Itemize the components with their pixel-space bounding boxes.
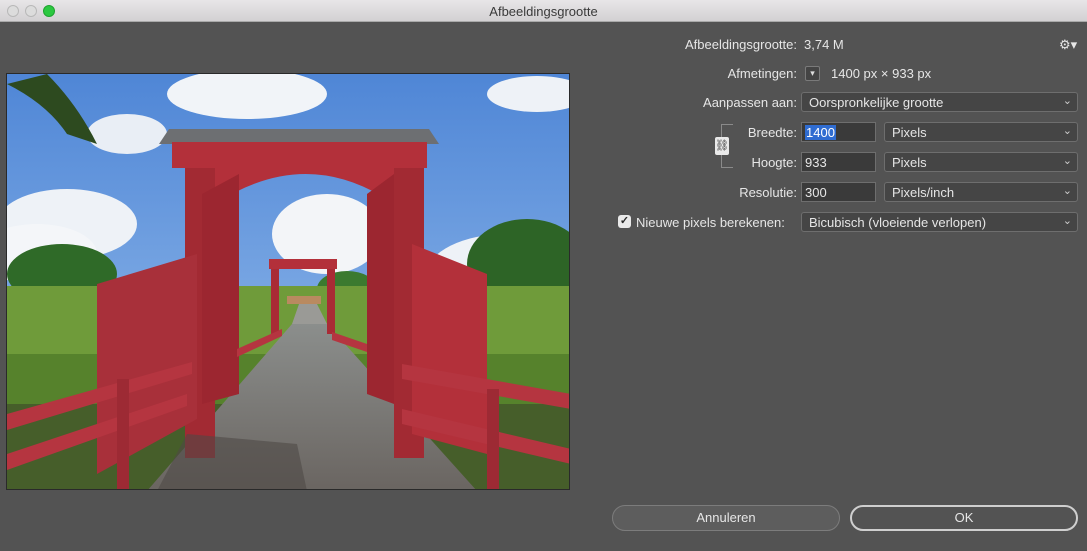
dimensions-value: 1400 px × 933 px (831, 66, 931, 81)
resolution-value: 300 (805, 185, 827, 200)
resample-method-select[interactable]: Bicubisch (vloeiende verlopen) ⌄ (801, 212, 1078, 232)
dimensions-width: 1400 px (831, 66, 878, 81)
resolution-label: Resolutie: (739, 185, 797, 200)
resample-label: Nieuwe pixels berekenen: (636, 215, 785, 230)
image-size-value: 3,74 M (804, 37, 844, 52)
window-title: Afbeeldingsgrootte (489, 4, 598, 19)
width-value: 1400 (805, 125, 836, 140)
chevron-down-icon: ⌄ (1062, 185, 1072, 197)
chevron-down-icon: ▾ (810, 68, 815, 78)
title-bar: Afbeeldingsgrootte (0, 0, 1087, 22)
width-label: Breedte: (747, 125, 797, 140)
resample-method-value: Bicubisch (vloeiende verlopen) (809, 215, 987, 230)
dimensions-times: × (880, 66, 889, 81)
chevron-down-icon: ⌄ (1062, 95, 1072, 107)
fit-to-value: Oorspronkelijke grootte (809, 95, 944, 110)
chevron-down-icon: ⌄ (1062, 155, 1072, 167)
resolution-unit-select[interactable]: Pixels/inch ⌄ (884, 182, 1078, 202)
cancel-button[interactable]: Annuleren (612, 505, 840, 531)
resolution-unit-value: Pixels/inch (892, 185, 955, 200)
image-size-label: Afbeeldingsgrootte: (684, 37, 797, 52)
bridge-photo (7, 74, 569, 489)
width-input[interactable]: 1400 (801, 122, 876, 142)
dimensions-label: Afmetingen: (727, 66, 797, 81)
height-label: Hoogte: (751, 155, 797, 170)
height-value: 933 (805, 155, 827, 170)
resample-checkbox[interactable]: ✓ (618, 215, 631, 228)
image-preview[interactable] (6, 73, 570, 490)
height-unit-value: Pixels (892, 155, 927, 170)
chevron-down-icon: ⌄ (1062, 125, 1072, 137)
resolution-input[interactable]: 300 (801, 182, 876, 202)
width-unit-select[interactable]: Pixels ⌄ (884, 122, 1078, 142)
height-input[interactable]: 933 (801, 152, 876, 172)
dimensions-height: 933 px (892, 66, 932, 81)
ok-button[interactable]: OK (850, 505, 1078, 531)
dimensions-unit-dropdown[interactable]: ▾ (805, 66, 820, 81)
gear-icon[interactable]: ⚙▾ (1059, 37, 1077, 53)
width-unit-value: Pixels (892, 125, 927, 140)
height-unit-select[interactable]: Pixels ⌄ (884, 152, 1078, 172)
fit-to-select[interactable]: Oorspronkelijke grootte ⌄ (801, 92, 1078, 112)
fit-to-label: Aanpassen aan: (703, 95, 797, 110)
chevron-down-icon: ⌄ (1062, 215, 1072, 227)
